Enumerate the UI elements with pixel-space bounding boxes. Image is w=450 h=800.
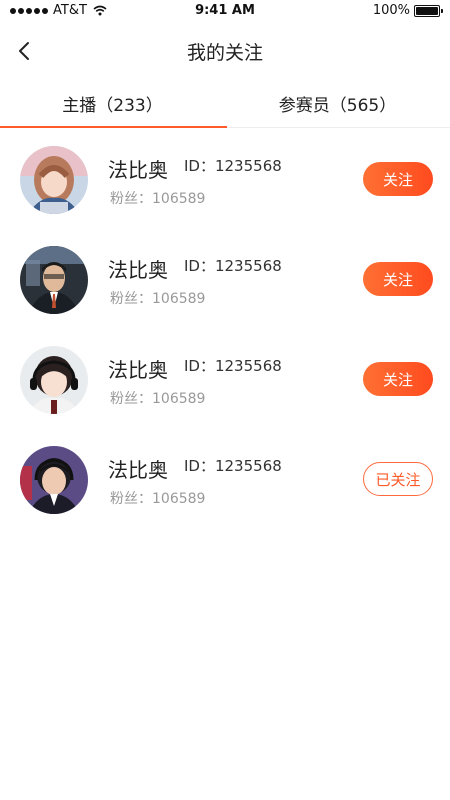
status-bar: AT&T 9:41 AM 100%	[0, 0, 450, 24]
follow-button[interactable]: 关注	[363, 262, 433, 296]
tab-bar: 主播（233） 参赛员（565）	[0, 80, 450, 128]
page-title: 我的关注	[186, 42, 263, 64]
avatar-image	[20, 246, 88, 314]
follow-button[interactable]: 关注	[363, 162, 433, 196]
signal-strength-icon	[10, 7, 48, 14]
user-name: 法比奥	[108, 158, 168, 182]
chevron-left-icon	[19, 42, 29, 60]
user-id: ID：1235568	[184, 257, 282, 275]
avatar-image	[20, 446, 88, 514]
avatar[interactable]	[20, 146, 88, 214]
list-item[interactable]: 法比奥 ID：1235568 粉丝：106589 关注	[0, 128, 450, 228]
avatar[interactable]	[20, 346, 88, 414]
user-id: ID：1235568	[184, 457, 282, 475]
avatar-image	[20, 346, 88, 414]
battery-fill	[416, 6, 438, 15]
avatar-image	[20, 146, 88, 214]
fans-count: 粉丝：106589	[110, 391, 206, 407]
user-name: 法比奥	[108, 458, 168, 482]
user-id: ID：1235568	[184, 357, 282, 375]
list-item[interactable]: 法比奥 ID：1235568 粉丝：106589 关注	[0, 228, 450, 328]
user-id: ID：1235568	[184, 157, 282, 175]
battery-percent: 100%	[372, 3, 410, 18]
list-item[interactable]: 法比奥 ID：1235568 粉丝：106589 关注	[0, 328, 450, 428]
followed-button[interactable]: 已关注	[363, 462, 433, 496]
fans-count: 粉丝：106589	[110, 491, 206, 507]
avatar[interactable]	[20, 446, 88, 514]
carrier-signal: AT&T	[10, 3, 107, 18]
wifi-icon	[93, 5, 107, 16]
follow-list: 法比奥 ID：1235568 粉丝：106589 关注 法比奥 ID：12355…	[0, 128, 450, 528]
tab-players[interactable]: 参赛员（565）	[225, 80, 450, 127]
user-name: 法比奥	[108, 358, 168, 382]
carrier-name: AT&T	[53, 3, 87, 18]
battery-status: 100%	[372, 3, 443, 18]
tab-anchors[interactable]: 主播（233）	[0, 80, 225, 127]
fans-count: 粉丝：106589	[110, 191, 206, 207]
nav-bar: 我的关注	[0, 26, 450, 76]
back-button[interactable]	[10, 37, 38, 65]
user-name: 法比奥	[108, 258, 168, 282]
avatar[interactable]	[20, 246, 88, 314]
battery-icon	[414, 4, 443, 17]
follow-button[interactable]: 关注	[363, 362, 433, 396]
list-item[interactable]: 法比奥 ID：1235568 粉丝：106589 已关注	[0, 428, 450, 528]
fans-count: 粉丝：106589	[110, 291, 206, 307]
